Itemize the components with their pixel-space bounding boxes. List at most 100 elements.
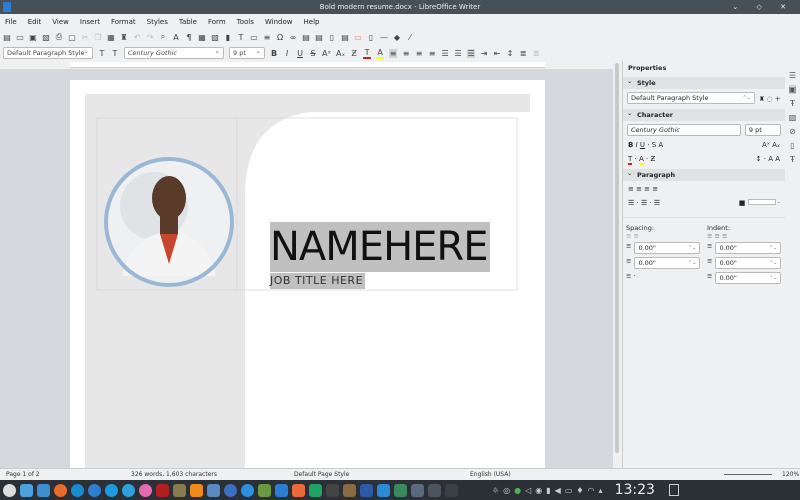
taskbar-app-icon[interactable] — [37, 483, 50, 497]
menu-form[interactable]: Form — [208, 18, 226, 26]
taskbar-app-icon[interactable] — [139, 483, 152, 497]
job-title-text[interactable]: JOB TITLE HERE — [270, 273, 366, 289]
page-break-icon[interactable]: ▭ — [250, 33, 258, 42]
sidebar-menu-icon[interactable]: ☰ — [789, 71, 796, 80]
taskbar-app-icon[interactable] — [241, 483, 254, 497]
window-controls[interactable]: ⌄ ◇ ✕ — [732, 0, 794, 14]
increase-spacing-icon[interactable]: ≣ — [519, 49, 527, 58]
line-icon[interactable]: — — [380, 33, 388, 42]
sidebar-list-icons[interactable]: ☰ · ☰ · ☰ — [628, 199, 660, 207]
footnote-icon[interactable]: ▤ — [302, 33, 310, 42]
copy-icon[interactable]: ❐ — [94, 33, 102, 42]
font-size-select[interactable]: 9 pt — [229, 46, 265, 59]
image-icon[interactable]: ▨ — [211, 33, 219, 42]
field-icon[interactable]: ≡ — [263, 33, 271, 42]
align-right-icon[interactable]: ≡ — [415, 49, 423, 58]
save-icon[interactable]: ▣ — [29, 33, 37, 42]
word-icon[interactable] — [360, 483, 373, 497]
font-name-select[interactable]: Century Gothic — [124, 46, 224, 59]
style-section-header[interactable]: Style — [623, 75, 785, 89]
font-color-icon[interactable]: T — [363, 48, 372, 59]
profile-photo[interactable] — [102, 156, 236, 290]
undo-icon[interactable]: ↶ — [133, 33, 141, 42]
horizontal-ruler[interactable] — [0, 61, 622, 69]
edge-icon[interactable] — [71, 483, 84, 497]
taskbar-app-icon[interactable] — [343, 483, 356, 497]
taskbar-app-icon[interactable] — [88, 483, 101, 497]
sidebar-bold-italic-underline-icons[interactable]: B I U · S A — [628, 141, 663, 149]
bullets-icon[interactable]: ☰ — [441, 49, 449, 58]
sidebar-align-icons[interactable]: ≡ ≡ ≡ ≡ — [623, 181, 785, 197]
first-line-indent-input[interactable]: 0.00" — [715, 272, 782, 284]
menu-tools[interactable]: Tools — [237, 18, 254, 26]
impress-icon[interactable] — [292, 483, 305, 497]
telegram-icon[interactable] — [122, 483, 135, 497]
justify-icon[interactable]: ≡ — [428, 49, 436, 58]
skype-icon[interactable] — [105, 483, 118, 497]
subscript-icon[interactable]: Aₓ — [336, 49, 345, 58]
calc-icon[interactable] — [309, 483, 322, 497]
spacing-below-input[interactable]: 0.00" — [634, 257, 701, 269]
taskbar-expand-icon[interactable] — [445, 483, 458, 497]
new-style-icon[interactable]: T — [111, 49, 119, 58]
numbering-icon[interactable]: ☰ — [454, 49, 462, 58]
vertical-scrollbar[interactable] — [613, 61, 621, 468]
navigator-tab-icon[interactable]: ⊘ — [789, 127, 796, 136]
clone-icon[interactable]: ♜ — [120, 33, 128, 42]
system-tray-icons[interactable]: ☼◎●◁◉▮◀▭♦◠▴ — [492, 486, 607, 495]
properties-tab-icon[interactable]: ▣ — [788, 85, 797, 94]
spacing-above-input[interactable]: 0.00" — [634, 242, 701, 254]
writer-taskbar-icon[interactable] — [275, 483, 288, 497]
page-tab-icon[interactable]: ▯ — [790, 141, 794, 150]
track-changes-icon[interactable]: ▯ — [367, 33, 375, 42]
decrease-indent-icon[interactable]: ⇤ — [493, 49, 501, 58]
hyperlink-icon[interactable]: ∞ — [289, 33, 297, 42]
document-area[interactable]: NAMEHERE JOB TITLE HERE — [0, 69, 613, 468]
page[interactable]: NAMEHERE JOB TITLE HERE — [70, 80, 545, 468]
menu-insert[interactable]: Insert — [80, 18, 100, 26]
align-left-icon[interactable]: ≡ — [389, 48, 398, 58]
character-section-header[interactable]: Character — [623, 107, 785, 121]
taskbar-app-icon[interactable] — [411, 483, 424, 497]
update-style-icon[interactable]: T — [98, 49, 106, 58]
outline-icon[interactable]: ☰ — [467, 48, 476, 58]
sidebar-font-name-select[interactable]: Century Gothic — [627, 124, 741, 136]
export-pdf-icon[interactable]: ▧ — [42, 33, 50, 42]
formatting-marks-icon[interactable]: ¶ — [185, 33, 193, 42]
special-character-icon[interactable]: Ω — [276, 33, 284, 42]
paragraph-style-select[interactable]: Default Paragraph Style — [3, 46, 93, 59]
menu-view[interactable]: View — [52, 18, 69, 26]
app-launcher-icon[interactable] — [3, 483, 16, 497]
show-desktop-icon[interactable] — [668, 484, 679, 496]
indent-before-input[interactable]: 0.00" — [715, 242, 782, 254]
firefox-icon[interactable] — [54, 483, 67, 497]
paste-icon[interactable]: ▦ — [107, 33, 115, 42]
taskbar-app-icon[interactable] — [224, 483, 237, 497]
chart-icon[interactable]: ▮ — [224, 33, 232, 42]
strikethrough-icon[interactable]: S — [309, 49, 317, 58]
cross-ref-icon[interactable]: ▤ — [341, 33, 349, 42]
menu-styles[interactable]: Styles — [147, 18, 168, 26]
bold-icon[interactable]: B — [270, 49, 278, 58]
sidebar-spacing-icons[interactable]: ↕ · A A — [756, 155, 780, 163]
taskbar-app-icon[interactable] — [258, 483, 271, 497]
print-icon[interactable]: ⎙ — [55, 32, 63, 42]
increase-indent-icon[interactable]: ⇥ — [480, 49, 488, 58]
bookmark-icon[interactable]: ▯ — [328, 33, 336, 42]
menu-edit[interactable]: Edit — [28, 18, 42, 26]
indent-after-input[interactable]: 0.00" — [715, 257, 782, 269]
comment-icon[interactable]: ▭ — [354, 33, 362, 42]
spelling-icon[interactable]: A — [172, 33, 180, 42]
superscript-icon[interactable]: Aˣ — [322, 49, 331, 58]
zoom-slider[interactable] — [724, 474, 772, 475]
highlight-color-icon[interactable]: A — [376, 48, 385, 59]
align-center-icon[interactable]: ≡ — [402, 49, 410, 58]
table-icon[interactable]: ▦ — [198, 33, 206, 42]
find-icon[interactable]: ⌕ — [159, 32, 167, 42]
clock[interactable]: 13:23 — [615, 482, 655, 498]
taskbar-app-icon[interactable] — [326, 483, 339, 497]
taskbar-app-icon[interactable] — [428, 483, 441, 497]
menu-window[interactable]: Window — [265, 18, 293, 26]
taskbar-app-icon[interactable] — [377, 483, 390, 497]
menu-format[interactable]: Format — [111, 18, 136, 26]
